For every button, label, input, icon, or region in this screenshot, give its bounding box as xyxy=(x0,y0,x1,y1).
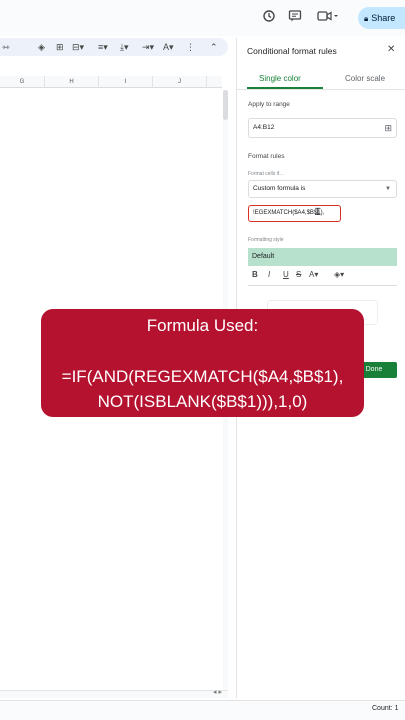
fill-color-icon[interactable]: ◈ xyxy=(38,39,45,55)
vertical-scroll-thumb[interactable] xyxy=(223,90,228,120)
text-wrap-icon[interactable]: ⇥▾ xyxy=(142,39,154,55)
format-rules-label: Format rules xyxy=(248,153,285,160)
merge-cells-icon[interactable]: ⊟▾ xyxy=(72,39,84,55)
formatting-toolbar: ⇿ ◈ ⊞ ⊟▾ ≡▾ ⤓▾ ⇥▾ A▾ ⋮ ⌃ xyxy=(0,38,228,56)
text-rotation-icon[interactable]: A▾ xyxy=(163,39,174,55)
column-header-g[interactable]: G xyxy=(0,76,45,88)
share-button[interactable]: 🔒︎ Share xyxy=(358,7,405,29)
video-camera-icon[interactable] xyxy=(316,9,340,27)
status-bar: Count: 1 xyxy=(0,700,405,720)
collapse-toolbar-icon[interactable]: ⌃ xyxy=(210,39,218,55)
count-readout[interactable]: Count: 1 xyxy=(372,705,398,712)
format-cells-if-label: Format cells if… xyxy=(248,171,285,177)
range-value: A4:B12 xyxy=(253,124,275,131)
top-bar: 🔒︎ Share xyxy=(0,0,405,36)
strikethrough-button[interactable]: S xyxy=(296,270,301,279)
comment-icon[interactable] xyxy=(286,9,304,27)
valign-icon[interactable]: ⤓▾ xyxy=(120,39,129,55)
column-header-i[interactable]: I xyxy=(99,76,153,88)
lock-icon: 🔒︎ xyxy=(364,14,369,23)
text-color-label: A xyxy=(309,270,315,279)
grid-select-icon[interactable]: ⊞ xyxy=(384,119,392,137)
column-header-j[interactable]: J xyxy=(153,76,207,88)
tab-single-color[interactable]: Single color xyxy=(259,74,301,83)
text-color-button[interactable]: A▾ xyxy=(309,270,318,279)
condition-select[interactable]: Custom formula is ▼ xyxy=(248,180,397,198)
tab-color-scale[interactable]: Color scale xyxy=(345,74,385,83)
horizontal-scrollbar[interactable]: ◂ ▸ xyxy=(0,688,228,698)
custom-formula-input[interactable]: !EGEXMATCH($A4,$B$1), xyxy=(248,205,341,222)
banner-formula-line-1: =IF(AND(REGEXMATCH($A4,$B$1), xyxy=(61,367,344,386)
tab-divider xyxy=(237,89,405,90)
close-icon[interactable]: ✕ xyxy=(387,44,395,55)
borders-icon[interactable]: ⊞ xyxy=(56,39,64,55)
history-icon[interactable] xyxy=(260,9,278,27)
underline-button[interactable]: U xyxy=(283,270,289,279)
fill-color-button[interactable]: ◈▾ xyxy=(334,270,344,279)
share-label: Share xyxy=(371,13,396,23)
bold-button[interactable]: B xyxy=(252,270,258,279)
column-header-row: G H I J xyxy=(0,76,222,88)
chevron-down-icon: ▼ xyxy=(385,186,391,192)
style-preview[interactable]: Default xyxy=(248,248,397,266)
align-left-icon[interactable]: ≡▾ xyxy=(98,39,108,55)
text-color-icon[interactable]: ⇿ xyxy=(2,39,10,55)
banner-formula-line-2: NOT(ISBLANK($B$1))),1,0) xyxy=(97,392,308,411)
apply-to-range-label: Apply to range xyxy=(248,101,290,108)
panel-title: Conditional format rules xyxy=(247,46,337,56)
formula-banner: Formula Used: =IF(AND(REGEXMATCH($A4,$B$… xyxy=(41,309,364,417)
style-toolbar: B I U S A▾ ◈▾ xyxy=(248,266,397,286)
formatting-style-label: Formatting style xyxy=(248,237,284,243)
banner-title: Formula Used: xyxy=(146,316,259,335)
column-header-h[interactable]: H xyxy=(45,76,99,88)
italic-button[interactable]: I xyxy=(268,270,270,279)
range-input[interactable]: A4:B12 ⊞ xyxy=(248,118,397,138)
scroll-arrows-icon[interactable]: ◂ ▸ xyxy=(213,688,222,696)
text-cursor-icon: Ɪ xyxy=(315,207,321,218)
condition-value: Custom formula is xyxy=(253,185,306,192)
more-icon[interactable]: ⋮ xyxy=(186,39,195,55)
